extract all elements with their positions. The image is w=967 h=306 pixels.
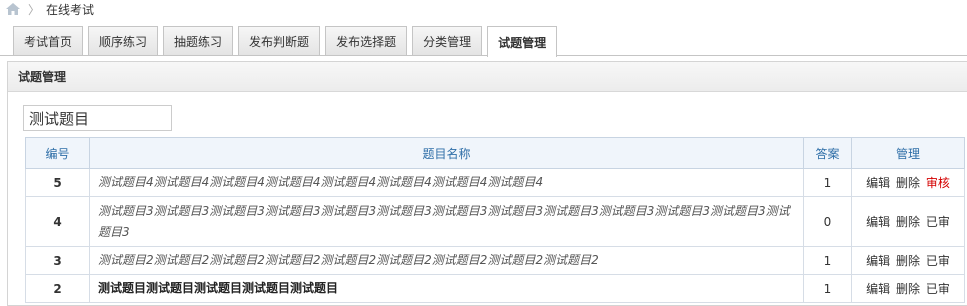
breadcrumb-current[interactable]: 在线考试 xyxy=(46,1,94,18)
question-table: 编号 题目名称 答案 管理 5 测试题目4测试题目4测试题目4测试题目4测试题目… xyxy=(25,137,965,303)
status-reviewed[interactable]: 已审 xyxy=(926,215,950,229)
status-reviewed[interactable]: 已审 xyxy=(926,282,950,296)
delete-link[interactable]: 删除 xyxy=(896,176,920,190)
col-header-manage: 管理 xyxy=(851,137,965,169)
search-input[interactable] xyxy=(23,105,172,131)
table-row: 2 测试题目测试题目测试题目测试题目测试题目 1 编辑 删除 已审 xyxy=(25,274,965,303)
tab-exam-home[interactable]: 考试首页 xyxy=(13,26,84,55)
edit-link[interactable]: 编辑 xyxy=(866,215,890,229)
row-actions: 编辑 删除 已审 xyxy=(851,196,965,247)
tab-category-manage[interactable]: 分类管理 xyxy=(412,26,483,55)
tab-bar: 考试首页 顺序练习 抽题练习 发布判断题 发布选择题 分类管理 试题管理 xyxy=(13,26,562,57)
row-actions: 编辑 删除 已审 xyxy=(851,274,965,303)
col-header-num: 编号 xyxy=(25,137,90,169)
row-answer: 0 xyxy=(803,196,852,247)
delete-link[interactable]: 删除 xyxy=(896,282,920,296)
breadcrumb-separator: 〉 xyxy=(28,2,41,17)
delete-link[interactable]: 删除 xyxy=(896,215,920,229)
col-header-title: 题目名称 xyxy=(89,137,804,169)
row-actions: 编辑 删除 已审 xyxy=(851,246,965,275)
row-answer: 1 xyxy=(803,168,852,197)
delete-link[interactable]: 删除 xyxy=(896,254,920,268)
tab-publish-judgment[interactable]: 发布判断题 xyxy=(238,26,321,55)
table-row: 4 测试题目3测试题目3测试题目3测试题目3测试题目3测试题目3测试题目3测试题… xyxy=(25,196,965,247)
row-title: 测试题目2测试题目2测试题目2测试题目2测试题目2测试题目2测试题目2测试题目2… xyxy=(89,246,804,275)
panel-title: 试题管理 xyxy=(8,62,967,92)
edit-link[interactable]: 编辑 xyxy=(866,282,890,296)
row-title: 测试题目4测试题目4测试题目4测试题目4测试题目4测试题目4测试题目4测试题目4 xyxy=(89,168,804,197)
review-link[interactable]: 审核 xyxy=(926,176,950,190)
edit-link[interactable]: 编辑 xyxy=(866,254,890,268)
row-title: 测试题目测试题目测试题目测试题目测试题目 xyxy=(89,274,804,303)
row-num: 3 xyxy=(25,246,90,275)
tab-sequential-practice[interactable]: 顺序练习 xyxy=(88,26,159,55)
breadcrumb: 〉 在线考试 xyxy=(6,0,94,18)
table-row: 5 测试题目4测试题目4测试题目4测试题目4测试题目4测试题目4测试题目4测试题… xyxy=(25,168,965,197)
row-num: 5 xyxy=(25,168,90,197)
status-reviewed[interactable]: 已审 xyxy=(926,254,950,268)
row-num: 2 xyxy=(25,274,90,303)
tab-publish-choice[interactable]: 发布选择题 xyxy=(325,26,408,55)
row-num: 4 xyxy=(25,196,90,247)
edit-link[interactable]: 编辑 xyxy=(866,176,890,190)
table-row: 3 测试题目2测试题目2测试题目2测试题目2测试题目2测试题目2测试题目2测试题… xyxy=(25,246,965,275)
row-actions: 编辑 删除 审核 xyxy=(851,168,965,197)
tab-question-manage[interactable]: 试题管理 xyxy=(487,26,558,57)
home-icon[interactable] xyxy=(6,3,20,15)
table-header-row: 编号 题目名称 答案 管理 xyxy=(25,137,965,169)
row-answer: 1 xyxy=(803,246,852,275)
question-manage-panel: 试题管理 编号 题目名称 答案 管理 5 测试题目4测试题目4测试题目4测试题目… xyxy=(7,61,967,306)
row-answer: 1 xyxy=(803,274,852,303)
tab-random-practice[interactable]: 抽题练习 xyxy=(163,26,234,55)
row-title: 测试题目3测试题目3测试题目3测试题目3测试题目3测试题目3测试题目3测试题目3… xyxy=(89,196,804,247)
col-header-answer: 答案 xyxy=(803,137,852,169)
